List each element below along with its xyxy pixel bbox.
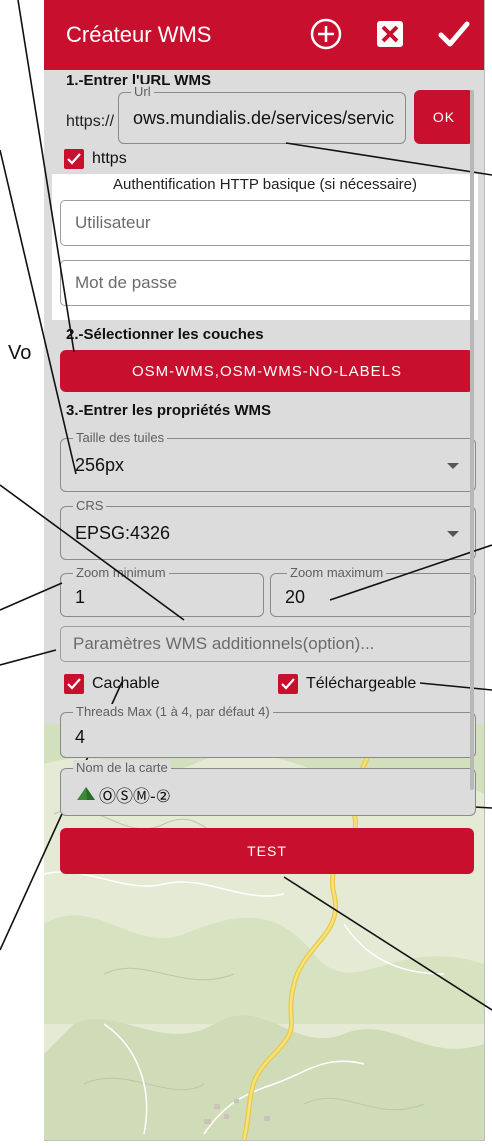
map-name-field[interactable]: Nom de la carte ⓄⓈⓂ-②: [60, 760, 476, 816]
select-layers-button[interactable]: OSM-WMS,OSM-WMS-NO-LABELS: [60, 350, 474, 392]
zoom-min-value[interactable]: 1: [75, 587, 85, 608]
password-placeholder: Mot de passe: [75, 273, 178, 292]
downloadable-checkbox[interactable]: [278, 674, 298, 694]
https-checkbox[interactable]: [64, 149, 84, 169]
map-name-value[interactable]: ⓄⓈⓂ-②: [99, 782, 171, 807]
dropdown-arrow-icon: [447, 463, 459, 469]
url-prefix: https://: [66, 113, 115, 130]
threads-value[interactable]: 4: [75, 727, 85, 748]
dropdown-arrow-icon: [447, 531, 459, 537]
ok-button[interactable]: OK: [414, 90, 474, 144]
cachable-checkbox[interactable]: [64, 674, 84, 694]
checkmark-icon: [67, 678, 81, 690]
zoom-max-value[interactable]: 20: [285, 587, 305, 608]
checkmark-icon: [281, 678, 295, 690]
cachable-label: Cachable: [92, 675, 160, 692]
test-button[interactable]: TEST: [60, 828, 474, 874]
add-circle-icon[interactable]: [308, 16, 344, 52]
auth-panel: Authentification HTTP basique (si nécess…: [52, 174, 478, 320]
crs-legend: CRS: [73, 498, 107, 514]
https-label: https: [92, 150, 127, 167]
zoom-min-field[interactable]: Zoom minimum 1: [60, 565, 264, 617]
password-field[interactable]: Mot de passe: [60, 260, 474, 306]
auth-heading: Authentification HTTP basique (si nécess…: [112, 176, 418, 193]
cropped-background-text: Vo: [8, 342, 32, 364]
url-field[interactable]: Url ows.mundialis.de/services/service?: [118, 84, 406, 144]
username-placeholder: Utilisateur: [75, 213, 151, 232]
zoom-max-legend: Zoom maximum: [287, 565, 387, 581]
extra-params-placeholder: Paramètres WMS additionnels(option)...: [73, 634, 375, 653]
checkmark-icon: [67, 153, 81, 165]
extra-params-field[interactable]: Paramètres WMS additionnels(option)...: [60, 626, 474, 662]
tile-size-select[interactable]: Taille des tuiles 256px: [60, 430, 476, 492]
crs-value: EPSG:4326: [75, 523, 171, 543]
wms-creator-dialog: 1.-Entrer l'URL WMS https:// Url ows.mun…: [52, 70, 478, 718]
crs-select[interactable]: CRS EPSG:4326: [60, 498, 476, 560]
map-layer-icon: [75, 785, 97, 801]
zoom-max-field[interactable]: Zoom maximum 20: [270, 565, 476, 617]
scrollbar[interactable]: [470, 90, 474, 790]
downloadable-label: Téléchargeable: [306, 675, 417, 692]
tile-size-legend: Taille des tuiles: [73, 430, 168, 446]
threads-legend: Threads Max (1 à 4, par défaut 4): [73, 704, 273, 720]
check-icon[interactable]: [436, 16, 472, 52]
phone-screen: Créateur WMS 1.-Entrer l'URL WMS https:/…: [44, 0, 485, 1141]
step2-heading: 2.-Sélectionner les couches: [66, 326, 264, 343]
close-box-icon[interactable]: [372, 16, 408, 52]
app-title: Créateur WMS: [66, 22, 212, 47]
step3-heading: 3.-Entrer les propriétés WMS: [66, 402, 272, 419]
zoom-min-legend: Zoom minimum: [73, 565, 169, 581]
map-name-legend: Nom de la carte: [73, 760, 171, 776]
threads-max-field[interactable]: Threads Max (1 à 4, par défaut 4) 4: [60, 704, 476, 758]
url-legend: Url: [131, 84, 154, 100]
app-bar: Créateur WMS: [44, 0, 484, 70]
url-input[interactable]: ows.mundialis.de/services/service?: [133, 108, 395, 129]
tile-size-value: 256px: [75, 455, 125, 475]
username-field[interactable]: Utilisateur: [60, 200, 474, 246]
